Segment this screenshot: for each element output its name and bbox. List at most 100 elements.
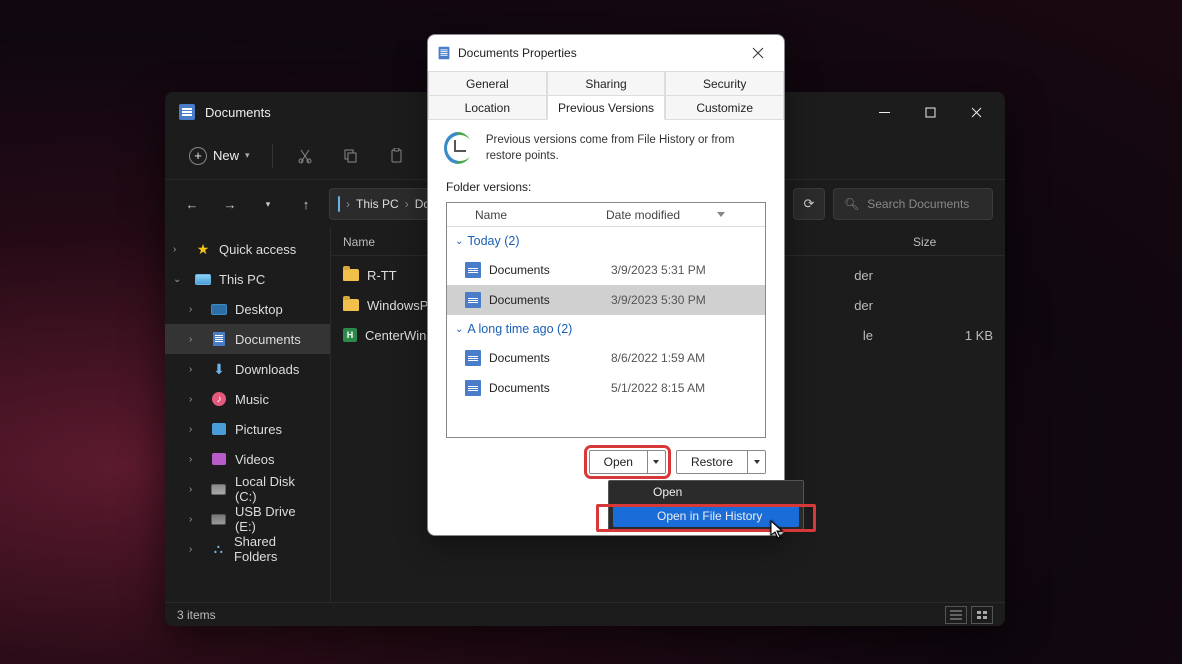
explorer-sidebar: › ★ Quick access ⌄This PC›Desktop›Documents…: [165, 228, 330, 602]
sidebar-item[interactable]: ›Desktop: [165, 294, 330, 324]
dialog-titlebar[interactable]: Documents Properties: [428, 35, 784, 71]
status-text: 3 items: [177, 608, 216, 622]
sidebar-item-label: Videos: [235, 452, 275, 467]
chevron-icon: ›: [189, 454, 203, 465]
folder-icon: [343, 299, 359, 311]
star-icon: ★: [197, 241, 210, 258]
open-button-label[interactable]: Open: [590, 451, 647, 473]
chevron-right-icon: ›: [405, 197, 409, 211]
header-name[interactable]: Name: [447, 203, 602, 226]
col-size-header[interactable]: Size: [913, 235, 993, 249]
tab-security[interactable]: Security: [665, 72, 784, 96]
version-date: 3/9/2023 5:30 PM: [611, 293, 706, 307]
shared-icon: ⛬: [214, 541, 223, 557]
documents-icon: [439, 47, 450, 60]
app-icon: H: [343, 328, 357, 342]
documents-icon: [465, 350, 481, 366]
folder-icon: [343, 269, 359, 281]
forward-button[interactable]: →: [215, 189, 245, 219]
documents-icon: [465, 292, 481, 308]
close-button[interactable]: [953, 96, 999, 128]
sidebar-item-label: Quick access: [219, 242, 296, 257]
restore-dropdown-arrow[interactable]: [747, 451, 765, 473]
open-split-button[interactable]: Open: [589, 450, 666, 474]
chevron-right-icon: ›: [346, 197, 350, 211]
dialog-info-text: Previous versions come from File History…: [486, 132, 768, 164]
group-label: A long time ago (2): [467, 322, 572, 336]
version-row[interactable]: Documents3/9/2023 5:31 PM: [447, 255, 765, 285]
breadcrumb-segment[interactable]: This PC: [356, 197, 399, 211]
sidebar-item[interactable]: ›♪Music: [165, 384, 330, 414]
maximize-button[interactable]: [907, 96, 953, 128]
sidebar-item[interactable]: ›Local Disk (C:): [165, 474, 330, 504]
sidebar-item[interactable]: › Videos: [165, 444, 330, 474]
dropdown-item-open[interactable]: Open: [609, 481, 803, 503]
open-dropdown-arrow[interactable]: [647, 451, 665, 473]
version-date: 3/9/2023 5:31 PM: [611, 263, 706, 277]
new-button[interactable]: + New ▾: [179, 141, 260, 171]
dialog-tabs: General Sharing Security Location Previo…: [428, 71, 784, 120]
restore-split-button[interactable]: Restore: [676, 450, 766, 474]
history-icon: [444, 132, 472, 164]
plus-icon: +: [189, 147, 207, 165]
sidebar-item-label: Shared Folders: [234, 534, 320, 564]
dialog-info: Previous versions come from File History…: [428, 120, 784, 176]
sidebar-item-label: Local Disk (C:): [235, 474, 320, 504]
documents-icon: [213, 332, 225, 346]
search-input[interactable]: 🔍︎ Search Documents: [833, 188, 993, 220]
pc-icon: [338, 197, 340, 211]
version-row[interactable]: Documents8/6/2022 1:59 AM: [447, 343, 765, 373]
version-row[interactable]: Documents5/1/2022 8:15 AM: [447, 373, 765, 403]
minimize-button[interactable]: [861, 96, 907, 128]
recent-chevron-icon[interactable]: ▾: [253, 189, 283, 219]
version-group-header[interactable]: ⌄ Today (2): [447, 227, 765, 255]
video-icon: [212, 453, 226, 465]
version-group-header[interactable]: ⌄A long time ago (2): [447, 315, 765, 343]
version-name: Documents: [489, 293, 611, 307]
tab-sharing[interactable]: Sharing: [547, 72, 666, 96]
sidebar-item-label: Downloads: [235, 362, 299, 377]
group-label: Today (2): [467, 234, 519, 248]
documents-icon: [465, 380, 481, 396]
documents-icon: [179, 104, 195, 120]
sidebar-item[interactable]: ⌄This PC: [165, 264, 330, 294]
tab-previous-versions[interactable]: Previous Versions: [547, 96, 666, 120]
dropdown-item-open-file-history[interactable]: Open in File History: [613, 505, 799, 527]
status-bar: 3 items: [165, 602, 1005, 626]
cut-button[interactable]: [285, 138, 325, 174]
sidebar-item-label: This PC: [219, 272, 265, 287]
chevron-icon: ›: [189, 394, 203, 405]
file-size: 1 KB: [913, 328, 993, 343]
list-headers[interactable]: Name Date modified: [447, 203, 765, 227]
file-name: R-TT: [367, 268, 397, 283]
tab-general[interactable]: General: [428, 72, 547, 96]
sidebar-item[interactable]: ›★Quick access: [165, 234, 330, 264]
sidebar-item[interactable]: ›USB Drive (E:): [165, 504, 330, 534]
version-row[interactable]: Documents3/9/2023 5:30 PM: [447, 285, 765, 315]
copy-button[interactable]: [331, 138, 371, 174]
usb-icon: [211, 514, 226, 525]
details-view-button[interactable]: [945, 606, 967, 624]
refresh-button[interactable]: ⟳: [793, 188, 825, 220]
icons-view-button[interactable]: [971, 606, 993, 624]
header-date[interactable]: Date modified: [602, 203, 765, 226]
version-date: 8/6/2022 1:59 AM: [611, 351, 705, 365]
disk-icon: [211, 484, 226, 495]
chevron-down-icon: ⌄: [455, 236, 463, 247]
restore-button-label[interactable]: Restore: [677, 451, 747, 473]
up-button[interactable]: ↑: [291, 189, 321, 219]
sidebar-item[interactable]: ›Documents: [165, 324, 330, 354]
picture-icon: [212, 423, 226, 435]
sidebar-item[interactable]: ›⛬Shared Folders: [165, 534, 330, 564]
close-button[interactable]: [742, 39, 774, 67]
back-button[interactable]: ←: [177, 189, 207, 219]
file-name: WindowsPo: [367, 298, 436, 313]
sidebar-item-label: USB Drive (E:): [235, 504, 320, 534]
paste-button[interactable]: [377, 138, 417, 174]
search-placeholder: Search Documents: [867, 197, 969, 211]
sidebar-item[interactable]: ›Pictures: [165, 414, 330, 444]
tab-customize[interactable]: Customize: [665, 96, 784, 120]
sidebar-item[interactable]: ›⬇Downloads: [165, 354, 330, 384]
tab-location[interactable]: Location: [428, 96, 547, 120]
pc-icon: [195, 274, 211, 285]
